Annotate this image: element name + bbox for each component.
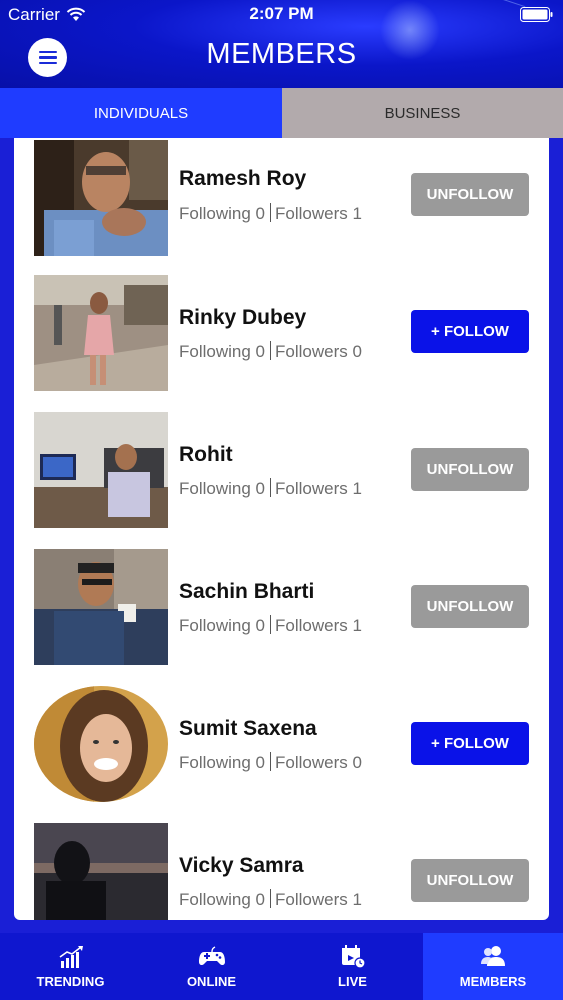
following-count: Following 0	[179, 753, 265, 772]
follow-button[interactable]: + FOLLOW	[411, 722, 529, 765]
avatar	[34, 412, 168, 528]
list-item[interactable]: Rohit Following 0 Followers 1 UNFOLLOW	[14, 412, 549, 549]
stats-divider	[270, 752, 271, 771]
member-name: Sumit Saxena	[179, 717, 317, 740]
followers-count: Followers 1	[275, 204, 362, 223]
gamepad-icon	[198, 946, 225, 966]
followers-count: Followers 0	[275, 342, 362, 361]
followers-count: Followers 1	[275, 479, 362, 498]
unfollow-button[interactable]: UNFOLLOW	[411, 585, 529, 628]
following-count: Following 0	[179, 616, 265, 635]
list-item[interactable]: Ramesh Roy Following 0 Followers 1 UNFOLL…	[14, 138, 549, 275]
stats-divider	[270, 341, 271, 360]
tab-individuals[interactable]: INDIVIDUALS	[0, 88, 282, 138]
list-item[interactable]: Vicky Samra Following 0 Followers 1 UNFOL…	[14, 823, 549, 920]
app-header: Carrier 2:07 PM MEMBERS	[0, 0, 563, 88]
nav-label: MEMBERS	[459, 974, 527, 989]
member-stats: Following 0 Followers 1	[179, 615, 362, 636]
nav-label: ONLINE	[186, 974, 237, 989]
list-item[interactable]: Rinky Dubey Following 0 Followers 0 + FOL…	[14, 275, 549, 412]
unfollow-button[interactable]: UNFOLLOW	[411, 448, 529, 491]
following-count: Following 0	[179, 342, 265, 361]
trending-chart-icon	[59, 946, 83, 968]
member-name: Ramesh Roy	[179, 167, 307, 190]
unfollow-button[interactable]: UNFOLLOW	[411, 859, 529, 902]
avatar	[34, 549, 168, 665]
member-stats: Following 0 Followers 0	[179, 341, 362, 362]
calendar-clock-icon	[341, 945, 366, 969]
member-name: Rinky Dubey	[179, 306, 307, 329]
member-stats: Following 0 Followers 1	[179, 478, 362, 499]
following-count: Following 0	[179, 204, 265, 223]
member-type-tabs: INDIVIDUALS BUSINESS	[0, 88, 563, 138]
unfollow-button[interactable]: UNFOLLOW	[411, 173, 529, 216]
members-icon	[481, 946, 505, 966]
avatar	[34, 275, 168, 391]
followers-count: Followers 1	[275, 616, 362, 635]
avatar	[34, 686, 168, 802]
stats-divider	[270, 889, 271, 908]
nav-item-trending[interactable]: TRENDING	[0, 933, 141, 1000]
avatar	[34, 823, 168, 920]
member-list: Ramesh Roy Following 0 Followers 1 UNFOLL…	[14, 138, 549, 920]
member-stats: Following 0 Followers 1	[179, 889, 362, 910]
bottom-nav: TRENDING ONLINE LIVE MEMBERS	[0, 933, 563, 1000]
stats-divider	[270, 203, 271, 222]
stats-divider	[270, 478, 271, 497]
tab-business[interactable]: BUSINESS	[282, 88, 563, 138]
member-name: Sachin Bharti	[179, 580, 315, 603]
followers-count: Followers 1	[275, 890, 362, 909]
nav-item-online[interactable]: ONLINE	[141, 933, 282, 1000]
list-item[interactable]: Sumit Saxena Following 0 Followers 0 + FO…	[14, 686, 549, 823]
nav-item-members[interactable]: MEMBERS	[423, 933, 563, 1000]
following-count: Following 0	[179, 890, 265, 909]
member-stats: Following 0 Followers 1	[179, 203, 362, 224]
followers-count: Followers 0	[275, 753, 362, 772]
stats-divider	[270, 615, 271, 634]
follow-button[interactable]: + FOLLOW	[411, 310, 529, 353]
list-item[interactable]: Sachin Bharti Following 0 Followers 1 UNF…	[14, 549, 549, 686]
member-name: Vicky Samra	[179, 854, 304, 877]
nav-item-live[interactable]: LIVE	[282, 933, 423, 1000]
avatar	[34, 140, 168, 256]
status-bar: Carrier 2:07 PM	[0, 0, 563, 30]
following-count: Following 0	[179, 479, 265, 498]
status-time: 2:07 PM	[249, 4, 314, 23]
nav-label: LIVE	[338, 974, 367, 989]
member-name: Rohit	[179, 443, 233, 466]
nav-label: TRENDING	[36, 974, 105, 989]
battery-icon	[520, 7, 553, 22]
page-title: MEMBERS	[206, 38, 357, 70]
member-stats: Following 0 Followers 0	[179, 752, 362, 773]
